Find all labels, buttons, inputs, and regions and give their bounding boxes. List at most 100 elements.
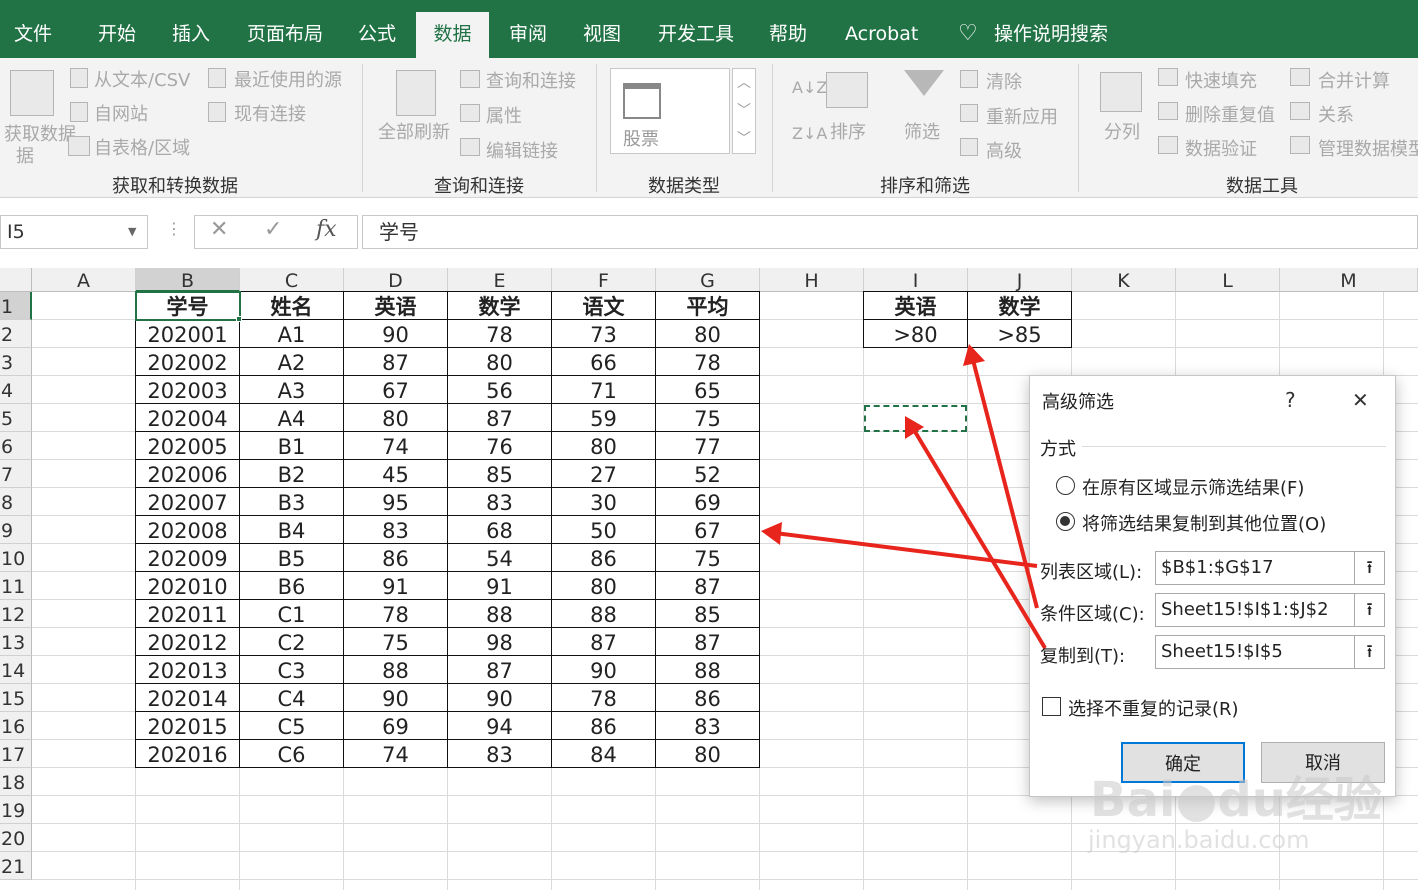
- more-icon[interactable]: ﹀: [733, 125, 755, 153]
- table-cell[interactable]: 30: [552, 488, 656, 516]
- table-cell[interactable]: 88: [448, 600, 552, 628]
- copy-to-location-label[interactable]: 将筛选结果复制到其他位置(O): [1082, 510, 1326, 536]
- collapse-dialog-icon[interactable]: ⭱: [1354, 552, 1384, 584]
- cancel-icon[interactable]: ✕: [210, 217, 228, 242]
- table-cell[interactable]: 80: [448, 348, 552, 376]
- table-cell[interactable]: 90: [448, 684, 552, 712]
- criteria-range-input[interactable]: Sheet15!$I$1:$J$2: [1161, 599, 1329, 620]
- name-box[interactable]: I5: [0, 215, 148, 249]
- tab-developer[interactable]: 开发工具: [658, 12, 734, 58]
- table-cell[interactable]: A1: [240, 320, 344, 348]
- get-data-button[interactable]: 获取数据: [4, 120, 76, 146]
- table-cell[interactable]: 86: [344, 544, 448, 572]
- criteria-value-cell[interactable]: >80: [864, 320, 968, 348]
- table-cell[interactable]: 95: [344, 488, 448, 516]
- table-cell[interactable]: 87: [344, 348, 448, 376]
- table-cell[interactable]: 202002: [136, 348, 240, 376]
- column-header-h[interactable]: H: [760, 268, 864, 292]
- table-cell[interactable]: B5: [240, 544, 344, 572]
- table-cell[interactable]: 80: [552, 572, 656, 600]
- row-header-17[interactable]: 17: [0, 740, 32, 768]
- tab-page-layout[interactable]: 页面布局: [247, 12, 323, 58]
- fill-handle[interactable]: [236, 316, 242, 322]
- criteria-header-cell[interactable]: 数学: [968, 292, 1072, 320]
- table-cell[interactable]: 88: [344, 656, 448, 684]
- existing-connections-button[interactable]: 现有连接: [234, 100, 306, 126]
- properties-button[interactable]: 属性: [486, 102, 522, 128]
- consolidate-button[interactable]: 合并计算: [1318, 67, 1390, 93]
- table-cell[interactable]: A2: [240, 348, 344, 376]
- table-cell[interactable]: 69: [656, 488, 760, 516]
- table-cell[interactable]: C5: [240, 712, 344, 740]
- unique-records-label[interactable]: 选择不重复的记录(R): [1068, 695, 1239, 721]
- column-header-k[interactable]: K: [1072, 268, 1176, 292]
- table-cell[interactable]: 90: [552, 656, 656, 684]
- table-cell[interactable]: 202005: [136, 432, 240, 460]
- sort-ascending-icon[interactable]: A↓Z: [792, 78, 827, 97]
- row-header-5[interactable]: 5: [0, 404, 32, 432]
- chevron-up-icon[interactable]: ︿: [733, 69, 755, 97]
- from-text-csv-button[interactable]: 从文本/CSV: [94, 66, 190, 92]
- copy-to-field[interactable]: Sheet15!$I$5 ⭱: [1155, 635, 1385, 669]
- column-header-a[interactable]: A: [32, 268, 136, 292]
- table-cell[interactable]: 27: [552, 460, 656, 488]
- tab-insert[interactable]: 插入: [172, 12, 210, 58]
- table-cell[interactable]: 202007: [136, 488, 240, 516]
- remove-duplicates-button[interactable]: 删除重复值: [1185, 101, 1275, 127]
- column-header-b[interactable]: B: [136, 268, 240, 292]
- column-header-f[interactable]: F: [552, 268, 656, 292]
- filter-in-place-label[interactable]: 在原有区域显示筛选结果(F): [1082, 474, 1304, 500]
- row-header-9[interactable]: 9: [0, 516, 32, 544]
- sort-button[interactable]: 排序: [830, 118, 866, 144]
- table-header-cell[interactable]: 姓名: [240, 292, 344, 320]
- table-cell[interactable]: 75: [344, 628, 448, 656]
- table-cell[interactable]: 91: [448, 572, 552, 600]
- criteria-value-cell[interactable]: >85: [968, 320, 1072, 348]
- tab-help[interactable]: 帮助: [769, 12, 807, 58]
- table-cell[interactable]: 202006: [136, 460, 240, 488]
- table-cell[interactable]: 85: [448, 460, 552, 488]
- table-cell[interactable]: 90: [344, 320, 448, 348]
- table-cell[interactable]: 202013: [136, 656, 240, 684]
- row-header-19[interactable]: 19: [0, 796, 32, 824]
- table-cell[interactable]: 86: [552, 712, 656, 740]
- table-cell[interactable]: B1: [240, 432, 344, 460]
- sort-descending-icon[interactable]: Z↓A: [792, 124, 827, 143]
- table-cell[interactable]: A3: [240, 376, 344, 404]
- row-header-7[interactable]: 7: [0, 460, 32, 488]
- collapse-dialog-icon[interactable]: ⭱: [1354, 636, 1384, 668]
- tab-file[interactable]: 文件: [14, 12, 52, 58]
- table-cell[interactable]: 86: [552, 544, 656, 572]
- table-cell[interactable]: 65: [656, 376, 760, 404]
- table-cell[interactable]: 75: [656, 544, 760, 572]
- table-cell[interactable]: 69: [344, 712, 448, 740]
- table-cell[interactable]: A4: [240, 404, 344, 432]
- table-cell[interactable]: B6: [240, 572, 344, 600]
- table-cell[interactable]: 84: [552, 740, 656, 768]
- clear-button[interactable]: 清除: [986, 68, 1022, 94]
- recent-sources-button[interactable]: 最近使用的源: [234, 66, 342, 92]
- table-cell[interactable]: 87: [656, 628, 760, 656]
- tell-me-search[interactable]: 操作说明搜索: [994, 12, 1108, 58]
- table-cell[interactable]: 75: [656, 404, 760, 432]
- table-cell[interactable]: 202008: [136, 516, 240, 544]
- table-cell[interactable]: 83: [448, 488, 552, 516]
- advanced-filter-button[interactable]: 高级: [986, 137, 1022, 163]
- table-cell[interactable]: 202016: [136, 740, 240, 768]
- criteria-header-cell[interactable]: 英语: [864, 292, 968, 320]
- stock-gallery[interactable]: 股票: [610, 68, 730, 154]
- refresh-all-button[interactable]: 全部刷新: [378, 118, 450, 144]
- table-cell[interactable]: 202014: [136, 684, 240, 712]
- table-cell[interactable]: 80: [656, 740, 760, 768]
- table-cell[interactable]: 78: [344, 600, 448, 628]
- tab-formulas[interactable]: 公式: [358, 12, 396, 58]
- table-cell[interactable]: 45: [344, 460, 448, 488]
- queries-connections-button[interactable]: 查询和连接: [486, 67, 576, 93]
- table-header-cell[interactable]: 平均: [656, 292, 760, 320]
- table-cell[interactable]: 202004: [136, 404, 240, 432]
- column-header-g[interactable]: G: [656, 268, 760, 292]
- row-header-6[interactable]: 6: [0, 432, 32, 460]
- table-cell[interactable]: 71: [552, 376, 656, 404]
- row-header-3[interactable]: 3: [0, 348, 32, 376]
- lightbulb-icon[interactable]: ♡: [958, 12, 978, 58]
